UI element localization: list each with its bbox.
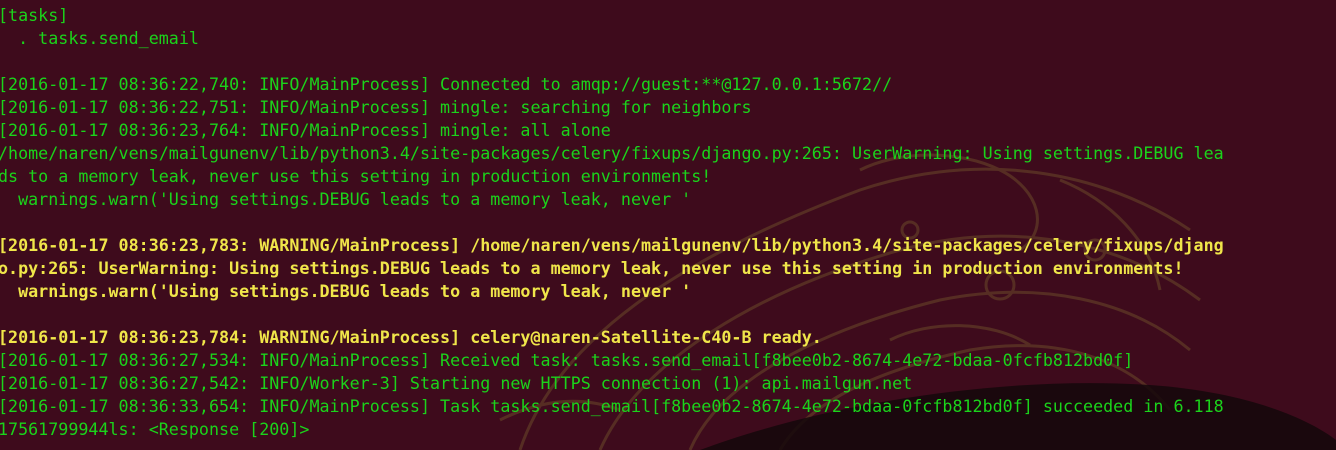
terminal-line: [2016-01-17 08:36:33,654: INFO/MainProce…: [0, 396, 1224, 416]
terminal-line: [tasks]: [0, 5, 69, 25]
terminal-line: [2016-01-17 08:36:22,751: INFO/MainProce…: [0, 97, 752, 117]
terminal-line: [2016-01-17 08:36:23,784: WARNING/MainPr…: [0, 327, 822, 347]
terminal-line: ds to a memory leak, never use this sett…: [0, 166, 712, 186]
terminal-line: warnings.warn('Using settings.DEBUG lead…: [0, 281, 692, 301]
terminal-line: [2016-01-17 08:36:22,740: INFO/MainProce…: [0, 74, 893, 94]
terminal-line: [2016-01-17 08:36:23,764: INFO/MainProce…: [0, 120, 611, 140]
terminal-line: 17561799944ls: <Response [200]>: [0, 419, 310, 439]
terminal-line: /home/naren/vens/mailgunenv/lib/python3.…: [0, 143, 1224, 163]
terminal-line: [2016-01-17 08:36:23,783: WARNING/MainPr…: [0, 235, 1224, 255]
terminal-line: [2016-01-17 08:36:27,534: INFO/MainProce…: [0, 350, 1134, 370]
terminal-line: [2016-01-17 08:36:27,542: INFO/Worker-3]…: [0, 373, 913, 393]
terminal-line: o.py:265: UserWarning: Using settings.DE…: [0, 258, 1184, 278]
terminal-line: warnings.warn('Using settings.DEBUG lead…: [0, 189, 692, 209]
terminal-line: . tasks.send_email: [0, 28, 199, 48]
terminal-output: [tasks] . tasks.send_email [2016-01-17 08…: [0, 4, 1336, 450]
